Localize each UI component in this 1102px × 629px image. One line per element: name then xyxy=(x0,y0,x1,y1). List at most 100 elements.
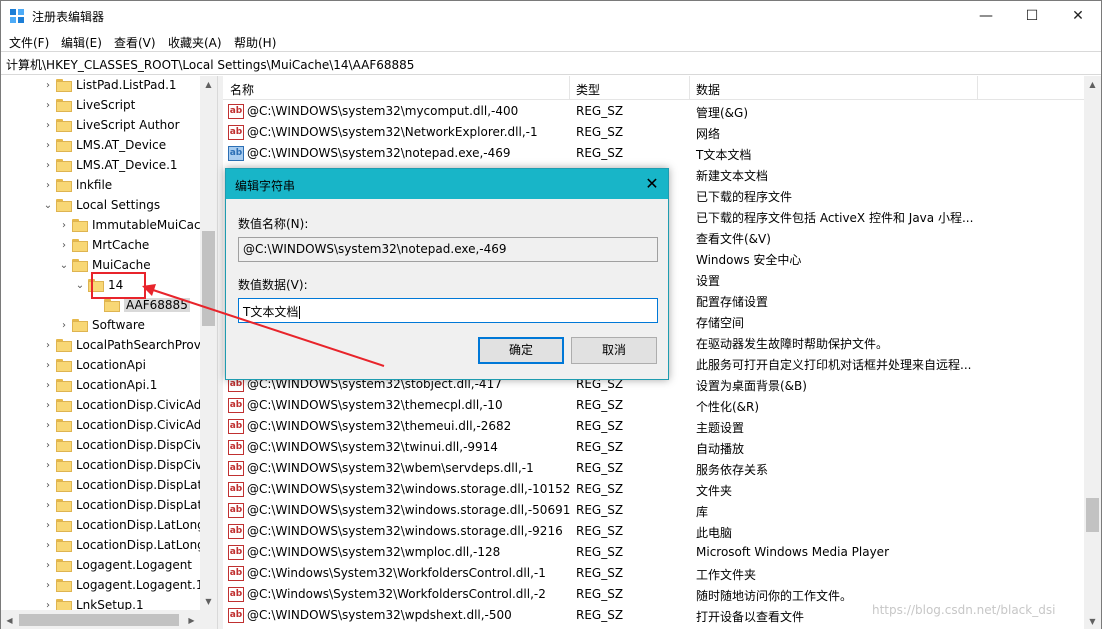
value-row[interactable]: ab @C:\WINDOWS\system32\windows.storage.d… xyxy=(223,500,1085,521)
expand-chevron-icon[interactable]: › xyxy=(43,439,53,453)
value-data: Microsoft Windows Media Player xyxy=(696,545,890,559)
tree-horizontal-scrollbar[interactable]: ◀ ▶ xyxy=(1,610,217,629)
close-button[interactable]: ✕ xyxy=(1055,1,1101,31)
tree-item[interactable]: › LocationDisp.CivicAdd xyxy=(1,396,209,416)
value-data-text[interactable]: T文本文档 xyxy=(243,305,298,319)
expand-chevron-icon[interactable]: › xyxy=(59,319,69,333)
tree-item[interactable]: › Logagent.Logagent xyxy=(1,556,200,576)
tree-item[interactable]: › LMS.AT_Device.1 xyxy=(1,156,200,176)
tree-item[interactable]: › LMS.AT_Device xyxy=(1,136,200,156)
menu-file[interactable]: 文件(F) xyxy=(9,34,49,51)
values-scroll-thumb[interactable] xyxy=(1086,498,1099,532)
tree-vertical-scrollbar[interactable]: ▲ ▼ xyxy=(200,76,217,610)
minimize-button[interactable]: — xyxy=(963,1,1009,31)
scroll-left-icon[interactable]: ◀ xyxy=(1,612,18,629)
column-divider[interactable] xyxy=(569,76,570,100)
tree-item[interactable]: › LocationApi xyxy=(1,356,200,376)
column-name-header[interactable]: 名称 xyxy=(230,81,254,98)
tree-item[interactable]: › LocationDisp.LatLong xyxy=(1,536,205,556)
expand-chevron-icon[interactable]: › xyxy=(43,579,53,593)
expand-chevron-icon[interactable]: › xyxy=(43,139,53,153)
tree-item[interactable]: › LocationDisp.CivicAdd xyxy=(1,416,209,436)
expand-chevron-icon[interactable]: › xyxy=(43,559,53,573)
scroll-up-icon[interactable]: ▲ xyxy=(1084,76,1101,93)
expand-chevron-icon[interactable]: › xyxy=(43,539,53,553)
expand-chevron-icon[interactable]: › xyxy=(43,179,53,193)
tree-item[interactable]: › LocalPathSearchProvi xyxy=(1,336,204,356)
expand-chevron-icon[interactable]: › xyxy=(43,399,53,413)
tree-item[interactable]: › Software xyxy=(1,316,200,336)
expand-chevron-icon[interactable]: › xyxy=(43,119,53,133)
dialog-title-bar[interactable]: 编辑字符串 ✕ xyxy=(226,169,668,199)
expand-chevron-icon[interactable]: › xyxy=(43,379,53,393)
value-row[interactable]: ab @C:\Windows\System32\WorkfoldersContro… xyxy=(223,563,1085,584)
expand-chevron-icon[interactable]: › xyxy=(43,359,53,373)
value-row[interactable]: ab @C:\WINDOWS\system32\themecpl.dll,-10 R… xyxy=(223,395,1085,416)
menu-edit[interactable]: 编辑(E) xyxy=(61,34,102,51)
tree-item[interactable]: › lnkfile xyxy=(1,176,200,196)
expand-chevron-icon[interactable]: › xyxy=(43,519,53,533)
tree-item[interactable]: › Logagent.Logagent.1 xyxy=(1,576,203,596)
cancel-button[interactable]: 取消 xyxy=(571,337,657,364)
collapse-chevron-icon[interactable]: ⌄ xyxy=(43,199,53,213)
dialog-close-button[interactable]: ✕ xyxy=(642,174,662,194)
expand-chevron-icon[interactable]: › xyxy=(43,479,53,493)
tree-item[interactable]: › ListPad.ListPad.1 xyxy=(1,76,200,96)
tree-item[interactable]: › ImmutableMuiCach xyxy=(1,216,208,236)
value-row[interactable]: ab @C:\WINDOWS\system32\twinui.dll,-9914 R… xyxy=(223,437,1085,458)
tree-item[interactable]: ⌄ Local Settings xyxy=(1,196,200,216)
expand-chevron-icon[interactable]: › xyxy=(43,499,53,513)
menu-view[interactable]: 查看(V) xyxy=(114,34,156,51)
tree-item[interactable]: › LocationDisp.DispCivi xyxy=(1,456,206,476)
address-bar[interactable]: 计算机\HKEY_CLASSES_ROOT\Local Settings\Mui… xyxy=(1,51,1101,75)
expand-chevron-icon[interactable]: › xyxy=(59,239,69,253)
value-row[interactable]: ab @C:\WINDOWS\system32\notepad.exe,-469 R… xyxy=(223,143,1085,164)
tree-item[interactable]: › LiveScript xyxy=(1,96,200,116)
expand-chevron-icon[interactable]: › xyxy=(43,339,53,353)
tree-item[interactable]: › LocationDisp.DispLatL xyxy=(1,476,209,496)
value-data: Windows 安全中心 xyxy=(696,253,802,267)
expand-chevron-icon[interactable]: › xyxy=(59,219,69,233)
address-path[interactable]: 计算机\HKEY_CLASSES_ROOT\Local Settings\Mui… xyxy=(6,56,414,73)
scroll-down-icon[interactable]: ▼ xyxy=(1084,613,1101,629)
tree-item[interactable]: › LocationDisp.DispLatL xyxy=(1,496,209,516)
tree-scroll-thumb[interactable] xyxy=(202,231,215,326)
tree-hscroll-thumb[interactable] xyxy=(19,614,179,626)
expand-chevron-icon[interactable]: › xyxy=(43,459,53,473)
column-data-header[interactable]: 数据 xyxy=(696,81,720,98)
scroll-right-icon[interactable]: ▶ xyxy=(183,612,200,629)
menu-favorites[interactable]: 收藏夹(A) xyxy=(168,34,222,51)
column-divider[interactable] xyxy=(689,76,690,100)
value-row[interactable]: ab @C:\WINDOWS\system32\mycomput.dll,-400… xyxy=(223,101,1085,122)
value-row[interactable]: ab @C:\WINDOWS\system32\NetworkExplorer.d… xyxy=(223,122,1085,143)
tree-item[interactable]: › MrtCache xyxy=(1,236,200,256)
values-vertical-scrollbar[interactable]: ▲ ▼ xyxy=(1084,76,1101,629)
value-row[interactable]: ab @C:\Windows\System32\WorkfoldersContro… xyxy=(223,584,1085,605)
value-row[interactable]: ab @C:\WINDOWS\system32\windows.storage.d… xyxy=(223,479,1085,500)
tree-item[interactable]: › LiveScript Author xyxy=(1,116,200,136)
collapse-chevron-icon[interactable]: ⌄ xyxy=(75,279,85,293)
value-row[interactable]: ab @C:\WINDOWS\system32\wmploc.dll,-128 RE… xyxy=(223,542,1085,563)
key-tree-pane[interactable]: › ListPad.ListPad.1 › LiveScript › LiveScript… xyxy=(1,76,217,629)
scroll-up-icon[interactable]: ▲ xyxy=(200,76,217,93)
value-row[interactable]: ab @C:\WINDOWS\system32\windows.storage.d… xyxy=(223,521,1085,542)
menu-help[interactable]: 帮助(H) xyxy=(234,34,276,51)
collapse-chevron-icon[interactable]: ⌄ xyxy=(59,259,69,273)
maximize-button[interactable]: ☐ xyxy=(1009,1,1055,31)
tree-item[interactable]: › LocationDisp.LatLong xyxy=(1,516,205,536)
column-divider[interactable] xyxy=(977,76,978,100)
column-type-header[interactable]: 类型 xyxy=(576,81,600,98)
value-data-input[interactable]: T文本文档 xyxy=(238,298,658,323)
ok-button[interactable]: 确定 xyxy=(478,337,564,364)
expand-chevron-icon[interactable]: › xyxy=(43,79,53,93)
tree-item[interactable]: › LocationApi.1 xyxy=(1,376,200,396)
expand-chevron-icon[interactable]: › xyxy=(43,159,53,173)
tree-item[interactable]: › LocationDisp.DispCivi xyxy=(1,436,206,456)
scroll-down-icon[interactable]: ▼ xyxy=(200,593,217,610)
expand-chevron-icon[interactable]: › xyxy=(43,419,53,433)
expand-chevron-icon[interactable]: › xyxy=(43,99,53,113)
value-row[interactable]: ab @C:\WINDOWS\system32\themeui.dll,-2682… xyxy=(223,416,1085,437)
string-value-icon: ab xyxy=(228,608,244,623)
value-row[interactable]: ab @C:\WINDOWS\system32\wbem\servdeps.dll… xyxy=(223,458,1085,479)
tree-item[interactable]: AAF68885 xyxy=(1,296,200,316)
